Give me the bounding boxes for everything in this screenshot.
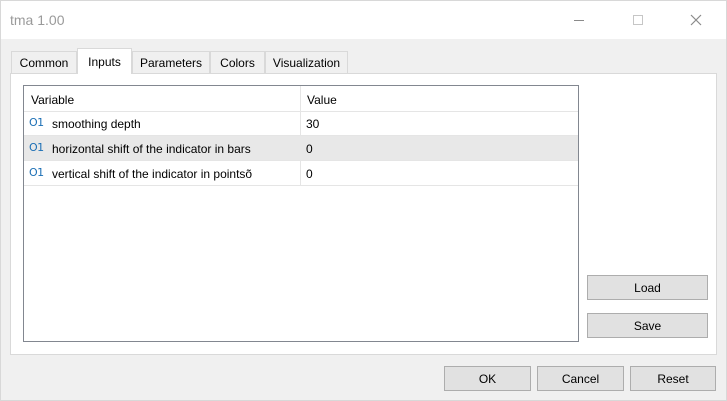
ok-button[interactable]: OK — [444, 366, 531, 391]
tab-visualization[interactable]: Visualization — [265, 51, 348, 73]
variable-value[interactable]: 0 — [306, 142, 313, 156]
tab-common[interactable]: Common — [11, 51, 77, 73]
dialog-window: tma 1.00 Common Inputs Parameters Colors… — [0, 0, 727, 401]
tab-colors[interactable]: Colors — [210, 51, 265, 73]
close-icon — [690, 14, 702, 26]
integer-type-icon: O1 — [29, 141, 44, 154]
load-button[interactable]: Load — [587, 275, 708, 300]
window-title: tma 1.00 — [10, 12, 65, 28]
integer-type-icon: O1 — [29, 116, 44, 129]
column-header-variable[interactable]: Variable — [31, 93, 74, 107]
close-button[interactable] — [673, 1, 719, 39]
variable-value[interactable]: 30 — [306, 117, 319, 131]
table-row[interactable]: O1 smoothing depth 30 — [24, 111, 578, 136]
inputs-panel: Variable Value O1 smoothing depth 30 O1 … — [10, 73, 717, 355]
tab-inputs[interactable]: Inputs — [77, 48, 132, 74]
variable-name: smoothing depth — [52, 117, 141, 131]
table-row[interactable]: O1 vertical shift of the indicator in po… — [24, 161, 578, 186]
maximize-button[interactable] — [615, 1, 661, 39]
title-bar[interactable]: tma 1.00 — [1, 1, 726, 39]
reset-button[interactable]: Reset — [630, 366, 716, 391]
minimize-button[interactable] — [556, 1, 602, 39]
table-row[interactable]: O1 horizontal shift of the indicator in … — [24, 136, 578, 161]
minimize-icon — [574, 19, 584, 21]
variable-name: horizontal shift of the indicator in bar… — [52, 142, 251, 156]
cancel-button[interactable]: Cancel — [537, 366, 624, 391]
column-header-value[interactable]: Value — [307, 93, 337, 107]
table-header: Variable Value — [24, 86, 578, 112]
tab-parameters[interactable]: Parameters — [132, 51, 210, 73]
inputs-table: Variable Value O1 smoothing depth 30 O1 … — [23, 85, 579, 342]
maximize-icon — [633, 15, 643, 25]
variable-value[interactable]: 0 — [306, 167, 313, 181]
variable-name: vertical shift of the indicator in point… — [52, 167, 253, 181]
save-button[interactable]: Save — [587, 313, 708, 338]
integer-type-icon: O1 — [29, 166, 44, 179]
